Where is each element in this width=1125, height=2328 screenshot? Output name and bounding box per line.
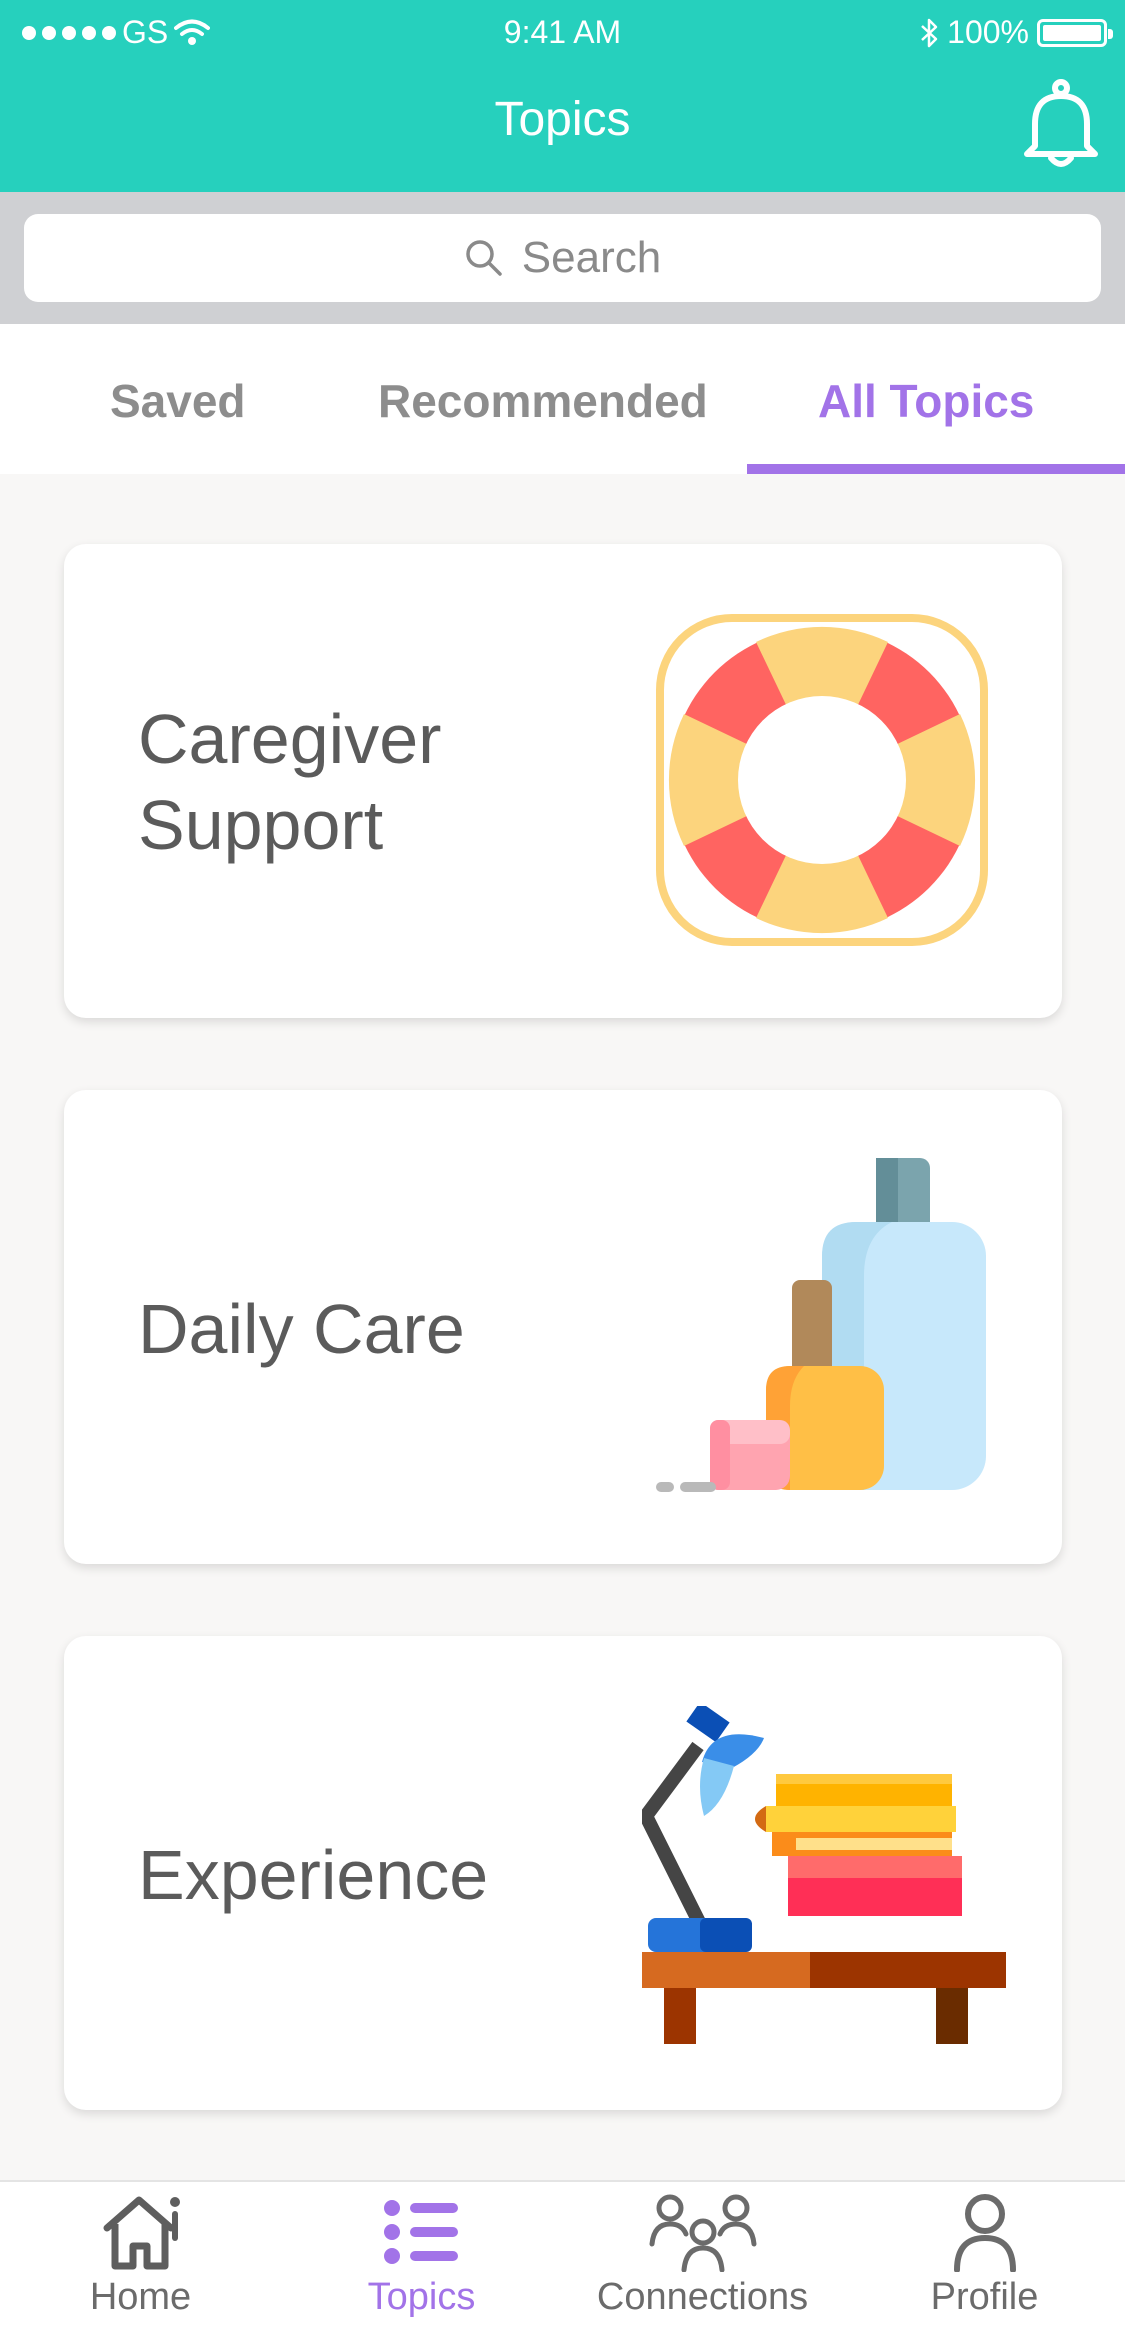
topic-card-label: Caregiver Support (138, 700, 442, 864)
topic-card-daily-care[interactable]: Daily Care (64, 1090, 1062, 1564)
nav-label: Home (89, 2276, 192, 2318)
topic-tabs: Saved Recommended All Topics (0, 324, 1125, 474)
tab-all-topics[interactable]: All Topics (818, 374, 1034, 428)
search-icon (466, 240, 502, 276)
nav-label: Topics (367, 2276, 476, 2318)
topic-card-label: Daily Care (138, 1290, 465, 1368)
nav-home[interactable]: Home (0, 2192, 281, 2319)
nav-topics[interactable]: Topics (281, 2192, 562, 2319)
app-header: GS 9:41 AM 100% Topics (0, 0, 1125, 192)
people-icon (649, 2194, 756, 2272)
status-bar: GS 9:41 AM 100% (0, 8, 1125, 52)
tab-saved[interactable]: Saved (110, 374, 246, 428)
nav-label: Profile (930, 2276, 1039, 2318)
desk-lamp-books-icon (642, 1706, 1006, 2044)
search-placeholder: Search (521, 233, 662, 282)
search-input[interactable]: Search (24, 214, 1101, 302)
bottom-navigation: Home Topics Connections Profile (0, 2180, 1125, 2328)
bluetooth-icon (921, 18, 938, 47)
person-icon (953, 2194, 1016, 2272)
topic-card-caregiver-support[interactable]: Caregiver Support (64, 544, 1062, 1018)
bell-icon[interactable] (1019, 78, 1103, 170)
topic-card-experience[interactable]: Experience (64, 1636, 1062, 2110)
battery-icon (1037, 18, 1113, 47)
home-icon (103, 2196, 180, 2270)
nav-connections[interactable]: Connections (562, 2192, 843, 2319)
search-bar-container: Search (0, 192, 1125, 324)
tab-recommended[interactable]: Recommended (378, 374, 708, 428)
toiletries-icon (656, 1158, 986, 1492)
battery-percent: 100% (947, 14, 1029, 50)
status-right: 100% (919, 14, 1113, 51)
lifebuoy-icon (656, 614, 988, 946)
active-tab-indicator (747, 464, 1125, 474)
page-title: Topics (494, 93, 631, 146)
nav-profile[interactable]: Profile (844, 2192, 1125, 2319)
topic-card-label: Experience (138, 1836, 489, 1914)
list-icon (383, 2200, 458, 2264)
nav-label: Connections (596, 2276, 809, 2318)
